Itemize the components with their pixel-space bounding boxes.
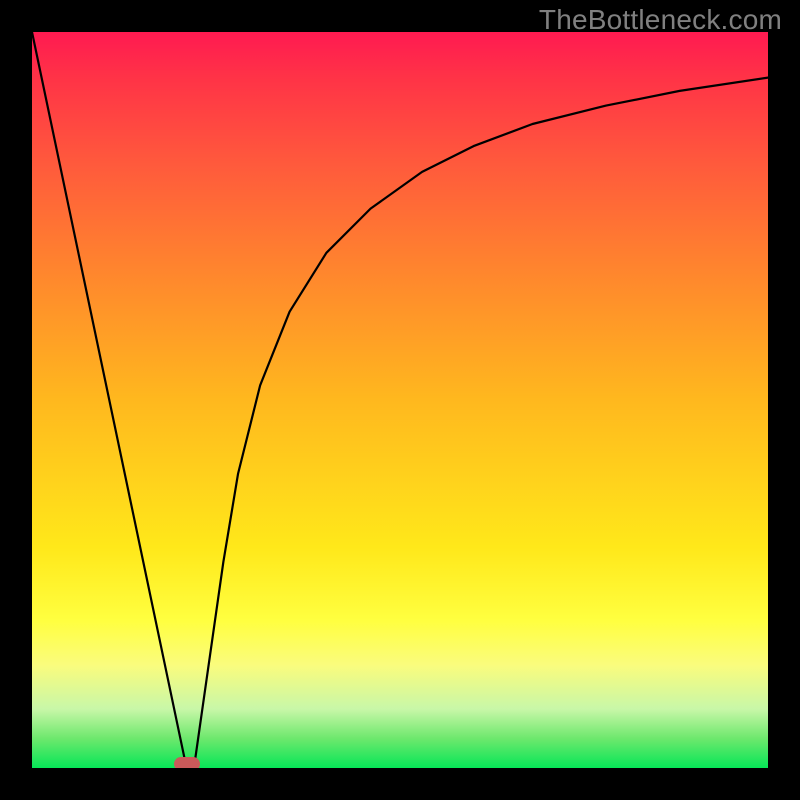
bottleneck-curve — [32, 32, 768, 768]
ideal-marker — [174, 757, 200, 768]
watermark-text: TheBottleneck.com — [539, 4, 782, 36]
chart-frame: TheBottleneck.com — [0, 0, 800, 800]
plot-area — [32, 32, 768, 768]
